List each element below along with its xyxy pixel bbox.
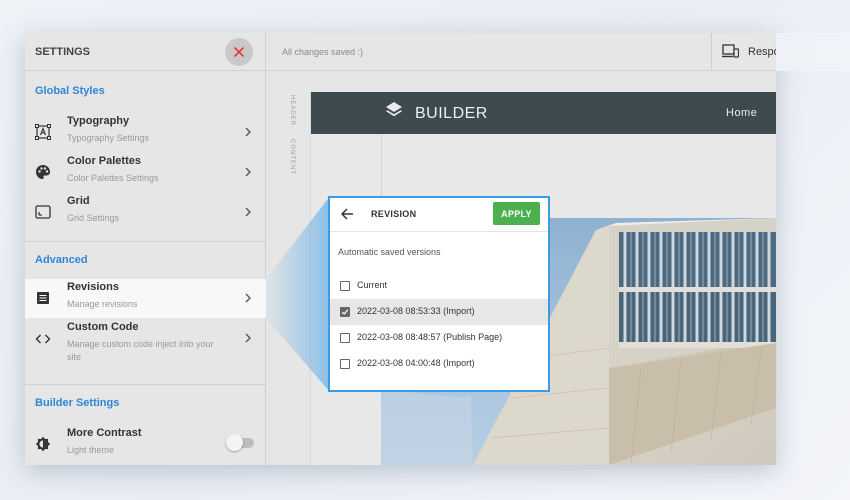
apply-revision-button[interactable]: APPLY [493,202,540,225]
section-title-builder-settings: Builder Settings [35,397,120,409]
sidebar-item-sublabel: Light theme [67,445,115,455]
sidebar-item-label: More Contrast [67,427,142,439]
revision-label: 2022-03-08 04:00:48 (Import) [357,358,475,368]
chevron-right-icon [245,127,251,137]
section-title-advanced: Advanced [35,254,88,266]
save-status: All changes saved :) [282,47,364,57]
preview-navbar [311,92,776,134]
sidebar-item-sublabel: Color Palettes Settings [67,173,159,183]
preview-brand[interactable]: BUILDER [415,105,488,123]
settings-sidebar: SETTINGS Global Styles Typography Typogr… [25,33,266,465]
sidebar-item-label: Typography [67,115,130,127]
chevron-right-icon [245,333,251,343]
sidebar-item-sublabel: Grid Settings [67,213,120,223]
typography-icon [35,124,51,140]
sidebar-item-revisions[interactable]: Revisions Manage revisions [25,279,266,318]
contrast-icon [35,436,51,452]
sidebar-item-label: Revisions [67,281,119,293]
sidebar-item-sublabel: Manage revisions [67,299,138,309]
revision-popup-header: REVISION APPLY [330,198,548,232]
arrow-left-icon[interactable] [340,207,354,221]
revision-popup-subtitle: Automatic saved versions [338,247,441,257]
section-divider [25,384,266,385]
builder-topbar: All changes saved :) Responsive [266,33,805,71]
revision-item[interactable]: 2022-03-08 08:48:57 (Publish Page) [330,325,548,351]
section-ruler: HEADER CONTENT [287,95,301,190]
close-settings-button[interactable] [225,38,253,66]
sidebar-item-grid[interactable]: Grid Grid Settings [25,193,266,231]
revision-label: 2022-03-08 08:53:33 (Import) [357,306,475,316]
sidebar-item-sublabel: Manage custom code inject into your site [67,339,214,362]
window-edge-mask [776,33,850,71]
sidebar-header: SETTINGS [25,33,266,71]
sidebar-item-typography[interactable]: Typography Typography Settings [25,113,266,151]
revision-checkbox[interactable] [340,359,350,369]
revision-item[interactable]: 2022-03-08 04:00:48 (Import) [330,351,548,377]
section-title-global-styles: Global Styles [35,85,105,97]
ruler-label-content: CONTENT [289,139,295,175]
more-contrast-toggle-knob[interactable] [226,434,243,451]
chevron-right-icon [245,167,251,177]
grid-icon [35,205,51,219]
preview-nav-home[interactable]: Home [726,107,757,119]
sidebar-title: SETTINGS [35,46,91,58]
sidebar-item-sublabel: Typography Settings [67,133,150,143]
chevron-right-icon [245,207,251,217]
revision-item-selected[interactable]: 2022-03-08 08:53:33 (Import) [330,299,548,325]
chevron-right-icon [245,293,251,303]
revision-checkbox-checked[interactable] [340,307,350,317]
revisions-icon [37,292,49,304]
revision-popup: REVISION APPLY Automatic saved versions … [328,196,550,392]
close-icon [234,47,244,57]
code-icon [35,334,51,344]
sidebar-item-label: Color Palettes [67,155,141,167]
palette-icon [36,165,50,179]
revision-item-current[interactable]: Current [330,273,548,299]
revision-popup-title: REVISION [371,209,417,219]
sidebar-item-custom-code[interactable]: Custom Code Manage custom code inject in… [25,319,266,369]
topbar-divider [711,33,712,71]
devices-icon[interactable] [722,44,739,59]
sidebar-item-label: Custom Code [67,321,139,333]
ruler-label-header: HEADER [289,95,295,127]
sidebar-item-label: Grid [67,195,90,207]
section-divider [25,241,266,242]
revision-label: 2022-03-08 08:48:57 (Publish Page) [357,332,503,342]
revision-checkbox[interactable] [340,281,350,291]
sidebar-item-color-palettes[interactable]: Color Palettes Color Palettes Settings [25,153,266,191]
check-icon [341,309,349,315]
revision-label: Current [357,280,388,290]
layers-icon [386,102,402,117]
revision-checkbox[interactable] [340,333,350,343]
